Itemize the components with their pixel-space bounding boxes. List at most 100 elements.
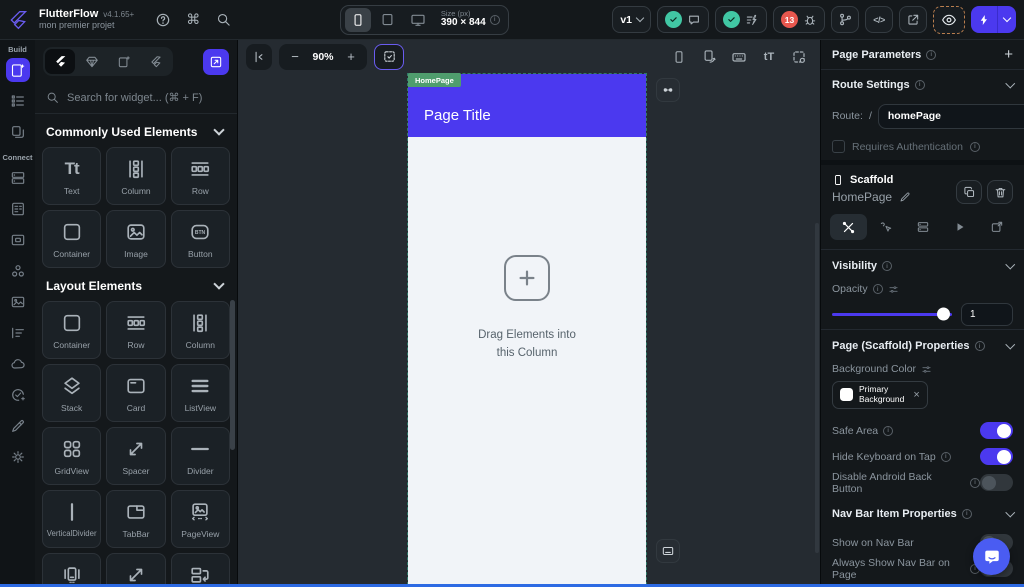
widget-card-text[interactable]: Tt Text xyxy=(42,147,102,205)
chevron-down-icon[interactable] xyxy=(1005,339,1015,350)
widget-card-button[interactable]: BTN Button xyxy=(170,210,230,268)
comments-status-button[interactable] xyxy=(657,6,709,33)
tab-export[interactable] xyxy=(978,214,1015,240)
widget-card-image[interactable]: Image xyxy=(106,210,166,268)
add-page-parameter-button[interactable]: + xyxy=(1004,47,1013,62)
hide-keyboard-toggle[interactable] xyxy=(980,448,1013,466)
tab-flutterflow-components[interactable] xyxy=(141,49,171,74)
widget-card-row[interactable]: Row xyxy=(170,147,230,205)
nav-theme[interactable] xyxy=(4,414,32,438)
preview-button[interactable] xyxy=(933,5,965,34)
code-view-button[interactable]: </> xyxy=(865,6,893,33)
nav-automations[interactable] xyxy=(4,321,32,345)
tab-flutter-widgets[interactable] xyxy=(45,49,75,74)
branch-selector[interactable]: v1 xyxy=(612,6,651,33)
flutterflow-logo-icon[interactable] xyxy=(0,0,35,40)
nav-settings[interactable] xyxy=(4,445,32,469)
widget-card-gridview[interactable]: GridView xyxy=(42,427,102,485)
nav-widget-tree[interactable] xyxy=(4,89,32,113)
tab-theme-widgets[interactable] xyxy=(77,49,107,74)
widget-card-pageview[interactable]: PageView xyxy=(170,490,230,548)
requires-auth-checkbox[interactable] xyxy=(832,140,845,153)
zoom-out-button[interactable]: − xyxy=(285,46,305,68)
tab-actions[interactable] xyxy=(867,214,904,240)
tab-animations[interactable] xyxy=(941,214,978,240)
widget-search-input[interactable]: Search for widget... (⌘ + F) xyxy=(35,82,237,114)
canvas-viewport[interactable]: HomePage Page Title Drag Elements into t… xyxy=(238,73,820,587)
opacity-slider[interactable] xyxy=(832,307,952,321)
phone-preview[interactable]: HomePage Page Title Drag Elements into t… xyxy=(407,73,647,587)
nav-pages[interactable] xyxy=(4,120,32,144)
copy-widget-button[interactable] xyxy=(956,180,982,204)
nav-widget-builder[interactable] xyxy=(5,58,30,82)
chevron-down-icon[interactable] xyxy=(1005,259,1015,270)
canvas-scrollbar[interactable] xyxy=(815,223,819,553)
widget-card-spacer[interactable]: Spacer xyxy=(106,427,166,485)
section-layout-elements[interactable]: Layout Elements xyxy=(35,268,237,301)
widget-panel-scrollbar[interactable] xyxy=(230,300,235,450)
canvas-frame-settings-button[interactable] xyxy=(786,44,812,70)
tab-backend-query[interactable] xyxy=(904,214,941,240)
canvas-keyboard-button[interactable] xyxy=(726,44,752,70)
canvas-capture-button[interactable] xyxy=(374,43,404,70)
canvas-phone-frame-button[interactable] xyxy=(666,44,692,70)
branching-button[interactable] xyxy=(831,6,859,33)
background-color-chip[interactable]: Primary Background × xyxy=(832,381,928,409)
widget-card-row[interactable]: Row xyxy=(106,301,166,359)
tab-custom-widgets[interactable] xyxy=(109,49,139,74)
widget-card-expandable[interactable]: Expandable xyxy=(106,553,166,587)
connect-device-button[interactable] xyxy=(656,78,680,102)
issues-button[interactable]: 13 xyxy=(773,6,825,33)
widget-card-container[interactable]: Container xyxy=(42,301,102,359)
nav-data-types[interactable] xyxy=(4,197,32,221)
disable-android-back-toggle[interactable] xyxy=(980,474,1013,492)
nav-storage[interactable] xyxy=(4,228,32,252)
widget-card-verticaldivider[interactable]: VerticalDivider xyxy=(42,490,102,548)
widget-card-carousel[interactable]: Carousel xyxy=(42,553,102,587)
widget-card-wrap[interactable]: Wrap xyxy=(170,553,230,587)
widget-card-divider[interactable]: Divider xyxy=(170,427,230,485)
keyboard-toggle-button[interactable] xyxy=(656,539,680,563)
widget-card-container[interactable]: Container xyxy=(42,210,102,268)
widget-card-tabbar[interactable]: TabBar xyxy=(106,490,166,548)
route-input[interactable] xyxy=(877,103,1024,129)
checks-status-button[interactable] xyxy=(715,6,767,33)
project-name[interactable]: mon premier projet xyxy=(39,20,134,31)
nav-database[interactable] xyxy=(4,166,32,190)
widget-card-card[interactable]: Card xyxy=(106,364,166,422)
zoom-in-button[interactable]: + xyxy=(341,46,361,68)
opacity-input[interactable] xyxy=(961,302,1013,326)
canvas-rotate-device-button[interactable] xyxy=(696,44,722,70)
nav-assets[interactable] xyxy=(4,290,32,314)
collapse-panel-button[interactable] xyxy=(246,43,272,70)
command-menu-button[interactable]: ⌘ xyxy=(180,7,206,33)
help-button[interactable] xyxy=(150,7,176,33)
widget-card-column[interactable]: Column xyxy=(106,147,166,205)
widget-palette-button[interactable] xyxy=(203,48,229,75)
widget-card-listview[interactable]: ListView xyxy=(170,364,230,422)
clear-color-button[interactable]: × xyxy=(913,389,919,401)
device-desktop-button[interactable] xyxy=(405,8,431,32)
device-phone-button[interactable] xyxy=(344,7,371,32)
widget-card-stack[interactable]: Stack xyxy=(42,364,102,422)
section-commonly-used[interactable]: Commonly Used Elements xyxy=(35,114,237,147)
chevron-down-icon[interactable] xyxy=(1005,507,1015,517)
tab-properties[interactable] xyxy=(830,214,867,240)
support-chat-button[interactable] xyxy=(973,538,1010,575)
nav-cloud-functions[interactable] xyxy=(4,352,32,376)
nav-tests[interactable] xyxy=(4,383,32,407)
safe-area-toggle[interactable] xyxy=(980,422,1013,440)
delete-widget-button[interactable] xyxy=(987,180,1013,204)
nav-integrations[interactable] xyxy=(4,259,32,283)
chevron-down-icon[interactable] xyxy=(1005,78,1015,88)
widget-card-column[interactable]: Column xyxy=(170,301,230,359)
canvas-text-scale-button[interactable]: tT xyxy=(756,44,782,70)
device-tablet-button[interactable] xyxy=(375,8,401,32)
search-button[interactable] xyxy=(210,7,236,33)
empty-column-dropzone[interactable]: Drag Elements into this Column xyxy=(408,255,646,363)
page-tag[interactable]: HomePage xyxy=(408,73,461,87)
app-bar-title[interactable]: Page Title xyxy=(424,107,491,124)
share-export-button[interactable] xyxy=(899,6,927,33)
widget-name[interactable]: HomePage xyxy=(832,190,911,204)
run-button[interactable] xyxy=(971,6,1016,33)
